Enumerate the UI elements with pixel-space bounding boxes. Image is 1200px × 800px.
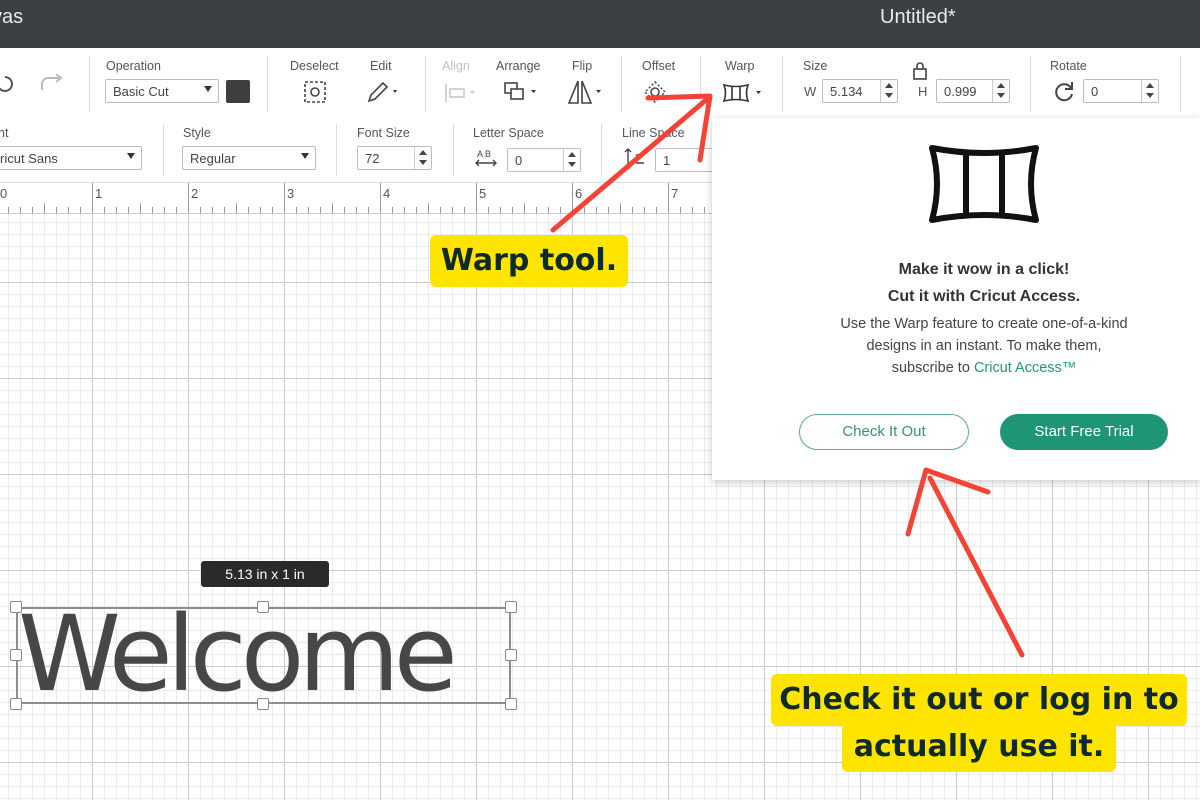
arrow-head — [905, 467, 991, 537]
arrow-to-warp-icon — [550, 97, 709, 233]
arrow-to-check-button — [927, 475, 1025, 658]
annotation-arrows — [550, 93, 1025, 658]
